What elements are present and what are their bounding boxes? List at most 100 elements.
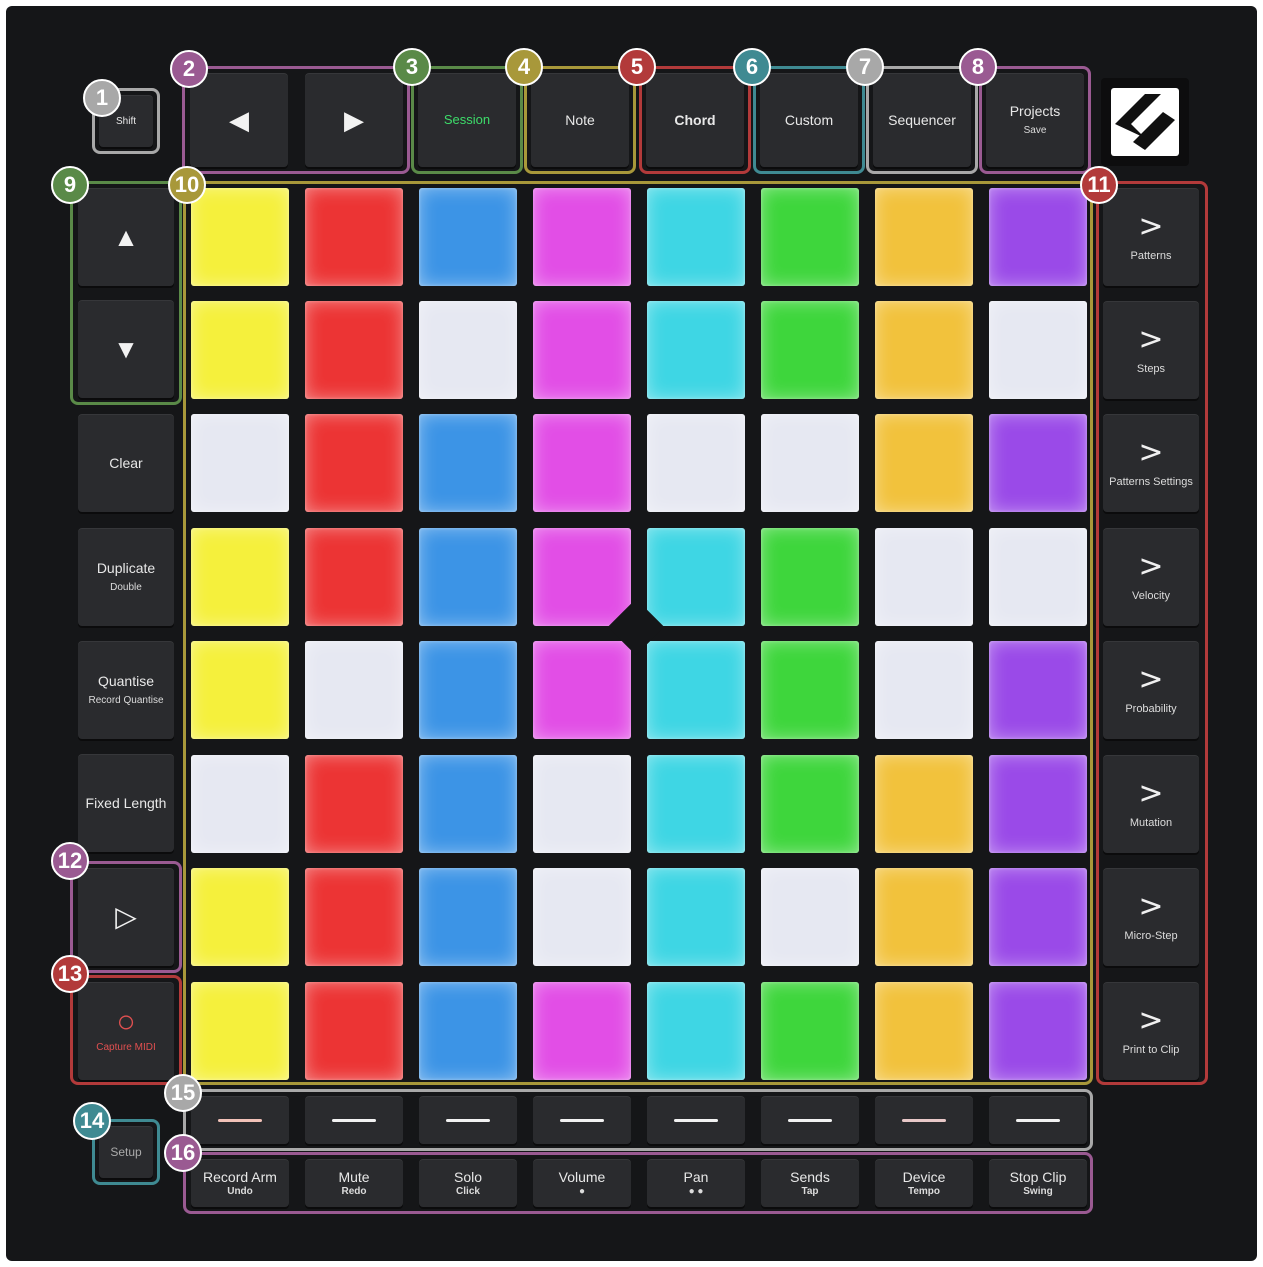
- track-select-button-8[interactable]: [989, 1096, 1087, 1144]
- pad-5-8[interactable]: [989, 641, 1087, 739]
- pad-7-8[interactable]: [989, 868, 1087, 966]
- pad-6-5[interactable]: [647, 755, 745, 853]
- pad-6-4[interactable]: [533, 755, 631, 853]
- pad-5-7[interactable]: [875, 641, 973, 739]
- pad-1-8[interactable]: [989, 188, 1087, 286]
- capture-midi-button[interactable]: ○ Capture MIDI: [78, 982, 174, 1080]
- pad-1-4[interactable]: [533, 188, 631, 286]
- scene-launch-button-8[interactable]: > Print to Clip: [1103, 982, 1199, 1080]
- pad-1-3[interactable]: [419, 188, 517, 286]
- track-select-button-1[interactable]: [191, 1096, 289, 1144]
- pad-5-2[interactable]: [305, 641, 403, 739]
- pad-7-5[interactable]: [647, 868, 745, 966]
- track-function-button-6[interactable]: Sends Tap: [761, 1159, 859, 1207]
- right-arrow-button[interactable]: ▶: [305, 73, 403, 167]
- pad-2-6[interactable]: [761, 301, 859, 399]
- pad-4-5[interactable]: [647, 528, 745, 626]
- pad-3-7[interactable]: [875, 414, 973, 512]
- pad-5-5[interactable]: [647, 641, 745, 739]
- custom-button[interactable]: Custom: [760, 73, 858, 167]
- pad-7-7[interactable]: [875, 868, 973, 966]
- play-button[interactable]: ▷: [78, 868, 174, 966]
- pad-4-6[interactable]: [761, 528, 859, 626]
- note-button[interactable]: Note: [531, 73, 629, 167]
- scene-launch-button-4[interactable]: > Velocity: [1103, 528, 1199, 626]
- track-function-button-4[interactable]: Volume ●: [533, 1159, 631, 1207]
- pad-8-3[interactable]: [419, 982, 517, 1080]
- track-function-button-7[interactable]: Device Tempo: [875, 1159, 973, 1207]
- pad-1-2[interactable]: [305, 188, 403, 286]
- scene-launch-button-1[interactable]: > Patterns: [1103, 188, 1199, 286]
- pad-6-1[interactable]: [191, 755, 289, 853]
- pad-5-3[interactable]: [419, 641, 517, 739]
- scene-launch-button-6[interactable]: > Mutation: [1103, 755, 1199, 853]
- pad-3-8[interactable]: [989, 414, 1087, 512]
- pad-6-6[interactable]: [761, 755, 859, 853]
- track-select-button-5[interactable]: [647, 1096, 745, 1144]
- pad-8-1[interactable]: [191, 982, 289, 1080]
- pad-4-4[interactable]: [533, 528, 631, 626]
- track-function-button-1[interactable]: Record Arm Undo: [191, 1159, 289, 1207]
- pad-4-2[interactable]: [305, 528, 403, 626]
- pad-5-6[interactable]: [761, 641, 859, 739]
- pad-1-1[interactable]: [191, 188, 289, 286]
- pad-2-2[interactable]: [305, 301, 403, 399]
- pad-8-5[interactable]: [647, 982, 745, 1080]
- scene-launch-button-5[interactable]: > Probability: [1103, 641, 1199, 739]
- pad-2-7[interactable]: [875, 301, 973, 399]
- scene-launch-button-3[interactable]: > Patterns Settings: [1103, 414, 1199, 512]
- pad-7-4[interactable]: [533, 868, 631, 966]
- track-select-button-2[interactable]: [305, 1096, 403, 1144]
- track-select-button-6[interactable]: [761, 1096, 859, 1144]
- pad-6-7[interactable]: [875, 755, 973, 853]
- pad-3-1[interactable]: [191, 414, 289, 512]
- pad-4-1[interactable]: [191, 528, 289, 626]
- pad-7-2[interactable]: [305, 868, 403, 966]
- track-function-button-3[interactable]: Solo Click: [419, 1159, 517, 1207]
- pad-3-4[interactable]: [533, 414, 631, 512]
- scene-launch-button-2[interactable]: > Steps: [1103, 301, 1199, 399]
- pad-6-8[interactable]: [989, 755, 1087, 853]
- pad-2-5[interactable]: [647, 301, 745, 399]
- session-button[interactable]: Session: [418, 73, 516, 167]
- pad-8-2[interactable]: [305, 982, 403, 1080]
- pad-5-1[interactable]: [191, 641, 289, 739]
- clear-button[interactable]: Clear: [78, 414, 174, 512]
- up-arrow-button[interactable]: ▲: [78, 188, 174, 286]
- pad-4-7[interactable]: [875, 528, 973, 626]
- duplicate-button[interactable]: Duplicate Double: [78, 528, 174, 626]
- pad-3-6[interactable]: [761, 414, 859, 512]
- pad-7-1[interactable]: [191, 868, 289, 966]
- pad-6-3[interactable]: [419, 755, 517, 853]
- track-select-button-7[interactable]: [875, 1096, 973, 1144]
- pad-3-2[interactable]: [305, 414, 403, 512]
- fixed-length-button[interactable]: Fixed Length: [78, 754, 174, 852]
- pad-4-8[interactable]: [989, 528, 1087, 626]
- pad-8-8[interactable]: [989, 982, 1087, 1080]
- track-select-button-3[interactable]: [419, 1096, 517, 1144]
- projects-button[interactable]: Projects Save: [986, 73, 1084, 167]
- setup-button[interactable]: Setup: [99, 1126, 153, 1178]
- pad-5-4[interactable]: [533, 641, 631, 739]
- sequencer-button[interactable]: Sequencer: [873, 73, 971, 167]
- pad-8-6[interactable]: [761, 982, 859, 1080]
- track-function-button-8[interactable]: Stop Clip Swing: [989, 1159, 1087, 1207]
- pad-1-5[interactable]: [647, 188, 745, 286]
- pad-2-3[interactable]: [419, 301, 517, 399]
- track-select-button-4[interactable]: [533, 1096, 631, 1144]
- pad-2-4[interactable]: [533, 301, 631, 399]
- pad-8-7[interactable]: [875, 982, 973, 1080]
- track-function-button-2[interactable]: Mute Redo: [305, 1159, 403, 1207]
- quantise-button[interactable]: Quantise Record Quantise: [78, 641, 174, 739]
- pad-3-5[interactable]: [647, 414, 745, 512]
- down-arrow-button[interactable]: ▼: [78, 300, 174, 398]
- left-arrow-button[interactable]: ◀: [190, 73, 288, 167]
- pad-6-2[interactable]: [305, 755, 403, 853]
- pad-8-4[interactable]: [533, 982, 631, 1080]
- pad-2-1[interactable]: [191, 301, 289, 399]
- pad-1-7[interactable]: [875, 188, 973, 286]
- track-function-button-5[interactable]: Pan ● ●: [647, 1159, 745, 1207]
- chord-button[interactable]: Chord: [646, 73, 744, 167]
- scene-launch-button-7[interactable]: > Micro-Step: [1103, 868, 1199, 966]
- pad-1-6[interactable]: [761, 188, 859, 286]
